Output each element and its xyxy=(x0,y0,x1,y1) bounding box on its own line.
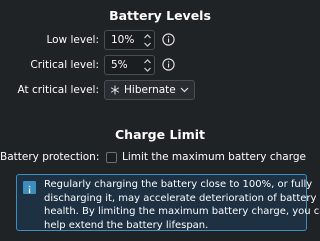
spin-up-down-icon[interactable] xyxy=(143,58,152,73)
message-line: Regularly charging the battery close to … xyxy=(44,179,313,190)
low-level-spinbox[interactable]: 10% xyxy=(104,30,155,50)
critical-action-label: At critical level: xyxy=(17,84,99,96)
message-line: health. By limiting the maximum battery … xyxy=(44,206,320,217)
battery-levels-heading: Battery Levels xyxy=(109,8,211,23)
spin-arrows[interactable] xyxy=(140,31,154,49)
limit-charge-checkbox[interactable] xyxy=(106,152,117,163)
message-line: discharging it, may accelerate deteriora… xyxy=(44,192,317,204)
critical-level-value[interactable]: 5% xyxy=(105,59,140,71)
limit-charge-checkbox-label[interactable]: Limit the maximum battery charge xyxy=(122,151,306,163)
critical-level-label: Critical level: xyxy=(30,59,99,71)
critical-action-combobox[interactable]: Hibernate xyxy=(104,80,195,100)
message-line: help extend the battery lifespan. xyxy=(44,219,209,231)
info-icon xyxy=(23,181,36,194)
spin-up-down-icon[interactable] xyxy=(143,33,152,48)
snowflake-icon xyxy=(110,85,120,95)
charge-limit-info-message: Regularly charging the battery close to … xyxy=(16,174,320,231)
critical-action-value: Hibernate xyxy=(124,84,176,96)
spin-arrows[interactable] xyxy=(140,56,154,74)
chevron-down-icon xyxy=(180,87,189,93)
low-level-label: Low level: xyxy=(46,34,99,46)
critical-level-spinbox[interactable]: 5% xyxy=(104,55,155,75)
battery-protection-label: Battery protection: xyxy=(0,151,100,163)
charge-limit-heading: Charge Limit xyxy=(115,127,205,142)
info-icon[interactable] xyxy=(162,33,175,46)
info-message-text: Regularly charging the battery close to … xyxy=(44,178,320,232)
low-level-value[interactable]: 10% xyxy=(105,34,140,46)
info-icon[interactable] xyxy=(162,58,175,71)
